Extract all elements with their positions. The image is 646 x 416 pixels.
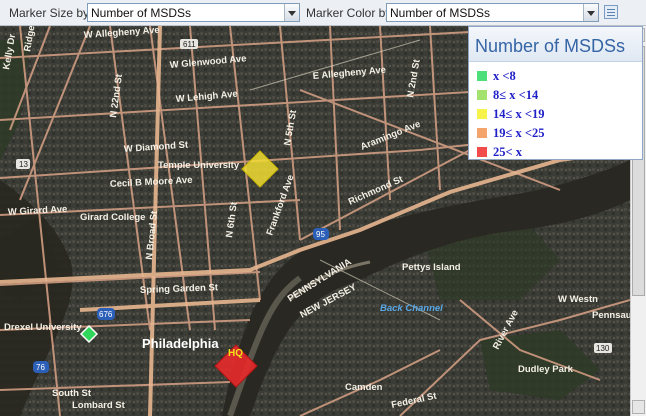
legend-toggle-icon[interactable]	[604, 5, 618, 19]
legend-swatch	[477, 90, 487, 100]
marker-color-value: Number of MSDSs	[390, 6, 491, 20]
legend-swatch	[477, 128, 487, 138]
legend-item-label: 25< x	[493, 145, 522, 159]
map-label-south: South St	[52, 388, 92, 399]
map-label-dudley: Dudley Park	[518, 364, 574, 375]
map-label-girard-college: Girard College	[80, 212, 145, 223]
legend-swatch	[477, 147, 487, 157]
map-label-pettys: Pettys Island	[402, 262, 461, 273]
legend-item: x <8	[477, 69, 516, 83]
route-95: 95	[316, 230, 325, 239]
legend-item: 14≤ x <19	[477, 107, 544, 121]
map-label-back-channel: Back Channel	[380, 303, 443, 314]
map-label-lombard: Lombard St	[72, 400, 126, 411]
legend-item: 25< x	[477, 145, 522, 159]
scroll-down-icon[interactable]	[632, 400, 645, 414]
chevron-down-icon[interactable]	[284, 4, 299, 21]
map-label-drexel: Drexel University	[4, 322, 82, 333]
map-label-westn: W Westn	[558, 294, 598, 305]
legend-item-label: 8≤ x <14	[493, 88, 539, 102]
route-611: 611	[183, 40, 196, 49]
legend-item-label: x <8	[493, 69, 516, 83]
marker-size-select[interactable]: Number of MSDSs	[87, 3, 300, 22]
marker-color-select[interactable]: Number of MSDSs	[386, 3, 599, 22]
legend-item: 19≤ x <25	[477, 126, 544, 140]
map-label-penns: Pennsau	[592, 310, 630, 321]
marker-size-label: Marker Size by	[9, 6, 90, 20]
route-13: 13	[19, 160, 28, 169]
route-76: 76	[36, 363, 45, 372]
legend-item: 8≤ x <14	[477, 88, 538, 102]
chevron-down-icon[interactable]	[583, 4, 598, 21]
marker-size-value: Number of MSDSs	[91, 6, 192, 20]
map-label-philadelphia: Philadelphia	[142, 336, 219, 351]
toolbar: Marker Size by Number of MSDSs Marker Co…	[0, 0, 646, 26]
route-676: 676	[99, 310, 113, 319]
marker-color-label: Marker Color by	[306, 6, 392, 20]
legend-title: Number of MSDSs	[475, 36, 626, 56]
legend-swatch	[477, 109, 487, 119]
route-130: 130	[596, 344, 610, 353]
legend-item-label: 14≤ x <19	[493, 107, 545, 121]
map-label-camden: Camden	[345, 382, 383, 393]
map-label-hq: HQ	[228, 348, 243, 359]
map-label-temple: Temple University	[158, 160, 240, 171]
legend-swatch	[477, 71, 487, 81]
legend-item-label: 19≤ x <25	[493, 126, 545, 140]
legend-panel: Number of MSDSs x <8 8≤ x <14 14≤ x <19 …	[468, 26, 643, 160]
